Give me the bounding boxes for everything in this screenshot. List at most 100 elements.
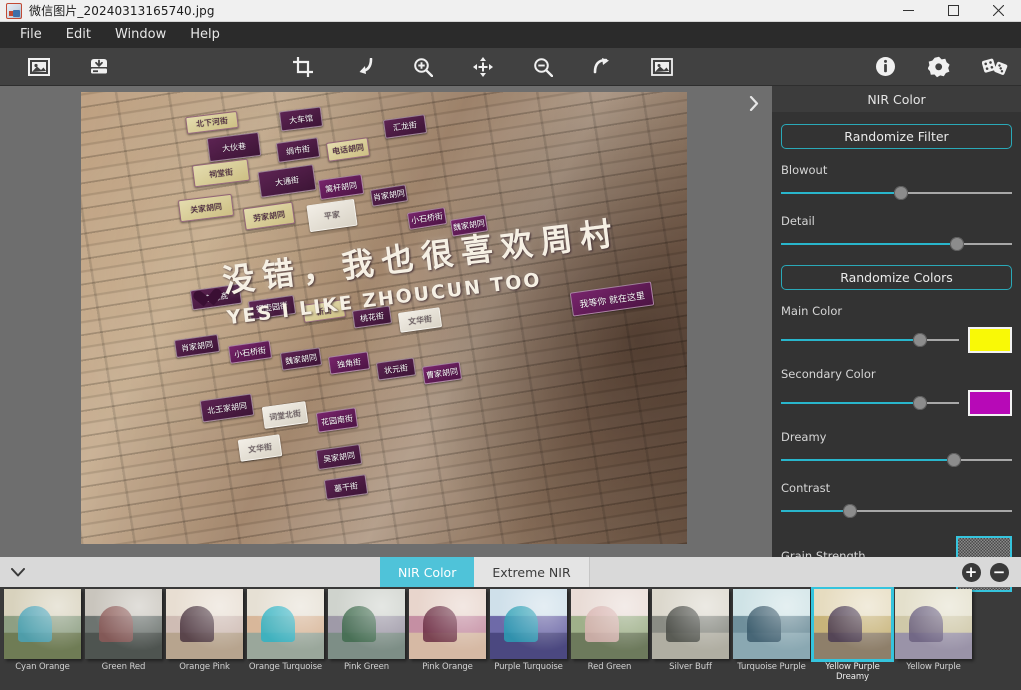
preset-thumbnail-label: Yellow Purple [893,663,974,673]
tab-nir-color[interactable]: NIR Color [380,557,474,587]
contrast-slider[interactable] [781,504,1012,518]
preset-thumbnail[interactable]: Pink Green [326,589,407,673]
menu-help[interactable]: Help [178,24,232,46]
maximize-button[interactable] [931,0,976,22]
open-image-icon[interactable] [20,50,58,84]
slider-thumb[interactable] [894,186,908,200]
preset-thumbnail-label: Red Green [569,663,650,673]
control-dreamy: Dreamy [781,430,1012,467]
preset-thumbnail-image [4,589,81,659]
preset-thumbnail-image [733,589,810,659]
toolbar [0,48,1021,86]
tab-list: NIR Color Extreme NIR [380,557,590,587]
plus-icon: + [962,563,981,582]
control-label: Secondary Color [781,367,1012,381]
zoom-in-icon[interactable] [404,50,442,84]
chevron-down-icon[interactable] [0,557,36,587]
preset-thumbnail[interactable]: Green Red [83,589,164,673]
preset-thumbnail-image [166,589,243,659]
menu-edit[interactable]: Edit [54,24,103,46]
slider-thumb[interactable] [950,237,964,251]
secondary-color-slider[interactable] [781,396,959,410]
preset-thumbnail-image [409,589,486,659]
slider-thumb[interactable] [947,453,961,467]
preset-thumbnail-overlay [247,589,324,659]
crop-icon[interactable] [284,50,322,84]
dice-icon[interactable] [976,50,1014,84]
info-icon[interactable] [866,50,904,84]
preset-thumbnail[interactable]: Cyan Orange [2,589,83,673]
control-label: Main Color [781,304,1012,318]
photo-preview: 北下河街 大车馆 汇龙街 大伙巷 绸市街 电话胡同 祠堂街 大通街 篱杆胡同 关… [81,92,687,544]
preset-thumbnail-overlay [4,589,81,659]
pan-icon[interactable] [464,50,502,84]
redo-icon[interactable] [583,50,621,84]
remove-preset-button[interactable]: − [985,557,1013,587]
preset-tab-bar: NIR Color Extreme NIR + − [0,557,1021,587]
dreamy-slider[interactable] [781,453,1012,467]
save-image-icon[interactable] [80,50,118,84]
preset-thumbnail-overlay [895,589,972,659]
slider-thumb[interactable] [843,504,857,518]
control-detail: Detail [781,214,1012,251]
tab-extreme-nir[interactable]: Extreme NIR [474,557,589,587]
preset-thumbnail-image [895,589,972,659]
slider-fill [781,459,954,461]
preset-thumbnail-overlay [85,589,162,659]
control-main-color: Main Color [781,304,1012,353]
slider-thumb[interactable] [913,333,927,347]
preset-thumbnail[interactable]: Silver Buff [650,589,731,673]
application-window: 微信图片_20240313165740.jpg File Edit Window… [0,0,1021,690]
add-preset-button[interactable]: + [957,557,985,587]
slider-fill [781,510,850,512]
preset-thumbnail[interactable]: Red Green [569,589,650,673]
secondary-color-swatch[interactable] [968,390,1012,416]
control-row [781,504,1012,518]
slider-thumb[interactable] [913,396,927,410]
control-label: Detail [781,214,1012,228]
control-row [781,453,1012,467]
preset-thumbnail-image [247,589,324,659]
preset-thumbnail-label: Turquoise Purple [731,663,812,673]
randomize-filter-button[interactable]: Randomize Filter [781,124,1012,149]
close-button[interactable] [976,0,1021,22]
chevron-right-icon[interactable] [744,92,764,114]
detail-slider[interactable] [781,237,1012,251]
heart-icon [197,289,219,309]
preset-thumbnail-image [85,589,162,659]
preset-thumbnail[interactable]: Yellow Purple [893,589,974,673]
preset-thumbnail-label: Green Red [83,663,164,673]
main-color-swatch[interactable] [968,327,1012,353]
preset-thumbnail-overlay [166,589,243,659]
panel-body: Randomize Filter Blowout Detail [772,112,1021,592]
preset-thumbnail-label: Orange Pink [164,663,245,673]
control-blowout: Blowout [781,163,1012,200]
menu-file[interactable]: File [8,24,54,46]
blowout-slider[interactable] [781,186,1012,200]
panel-spacer [781,251,1012,265]
preset-thumbnail-image [490,589,567,659]
preset-thumbnail-overlay [814,589,891,659]
preset-thumbnail[interactable]: Orange Turquoise [245,589,326,673]
preset-thumbnail[interactable]: Pink Orange [407,589,488,673]
fit-image-icon[interactable] [643,50,681,84]
main-color-slider[interactable] [781,333,959,347]
zoom-out-icon[interactable] [524,50,562,84]
image-canvas[interactable]: 北下河街 大车馆 汇龙街 大伙巷 绸市街 电话胡同 祠堂街 大通街 篱杆胡同 关… [0,86,772,557]
filter-panel: NIR Color Randomize Filter Blowout Detai… [772,86,1021,557]
settings-icon[interactable] [920,50,958,84]
preset-thumbnail[interactable]: Turquoise Purple [731,589,812,673]
randomize-colors-button[interactable]: Randomize Colors [781,265,1012,290]
preset-thumbnail-label: Orange Turquoise [245,663,326,673]
undo-icon[interactable] [345,50,383,84]
slider-fill [781,192,901,194]
minimize-button[interactable] [886,0,931,22]
menu-window[interactable]: Window [103,24,178,46]
control-row [781,237,1012,251]
preset-thumbnail[interactable]: Purple Turquoise [488,589,569,673]
preset-thumbnail[interactable]: Yellow Purple Dreamy [812,589,893,682]
control-label: Blowout [781,163,1012,177]
preset-thumbnail[interactable]: Orange Pink [164,589,245,673]
control-row [781,186,1012,200]
preset-thumbnail-strip[interactable]: Cyan OrangeGreen RedOrange PinkOrange Tu… [0,587,1021,690]
